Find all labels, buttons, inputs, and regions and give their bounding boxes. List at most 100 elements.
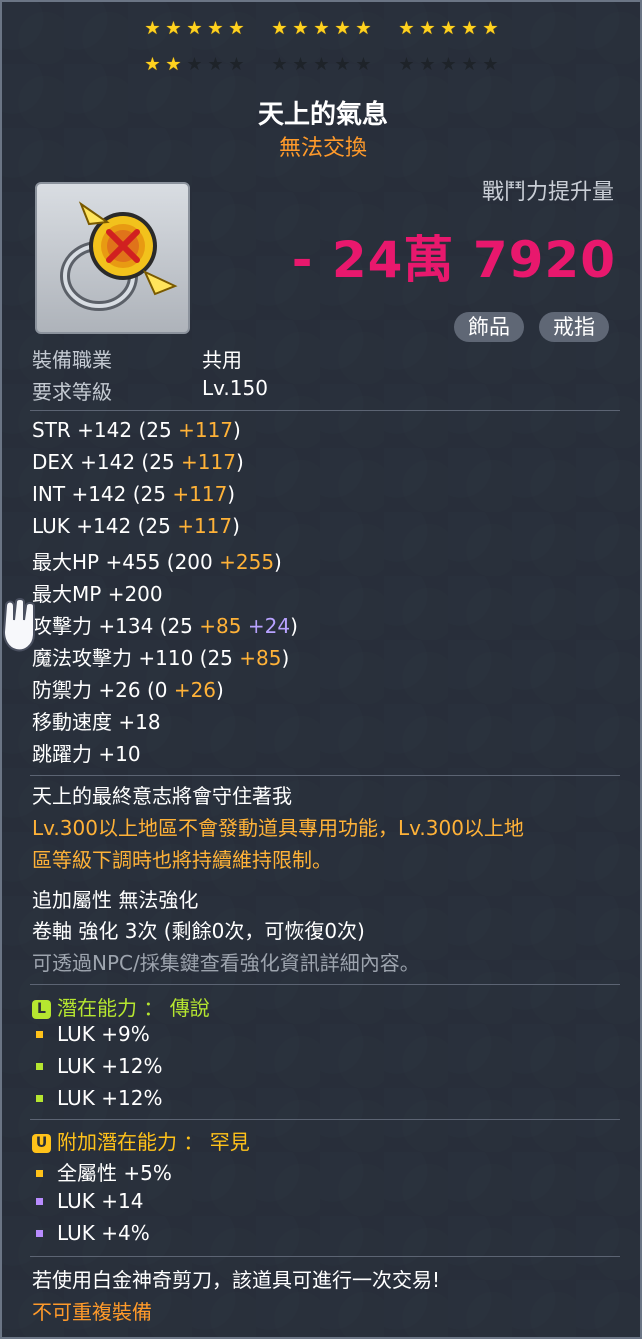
stat-name: 魔法攻擊力 <box>32 646 132 670</box>
stat-row: INT +142 (25 +117) <box>32 482 236 506</box>
star-empty-icon: ★ <box>228 54 245 75</box>
stat-row: 攻擊力 +134 (25 +85 +24) <box>32 614 298 638</box>
combat-power-label: 戰鬥力提升量 <box>481 180 614 205</box>
stat-total: +142 <box>71 482 127 506</box>
stat-total: +134 <box>98 614 154 638</box>
potential-line-text: LUK +12% <box>57 1086 163 1110</box>
star-filled-icon: ★ <box>482 18 499 39</box>
bullet-icon <box>36 1197 43 1205</box>
stat-name: INT <box>32 482 66 506</box>
flavor-text: 天上的最終意志將會守住著我 <box>32 784 292 808</box>
hint-text: 可透過NPC/採集鍵查看強化資訊詳細內容。 <box>32 951 420 975</box>
potential-label: 潛在能力 ： 傳說 <box>57 996 210 1020</box>
stat-bonus: +26 <box>173 678 217 702</box>
stat-name: DEX <box>32 450 74 474</box>
divider <box>30 410 620 411</box>
potential-line: LUK +12% <box>32 1054 162 1078</box>
unique-equip-text: 不可重複裝備 <box>32 1300 152 1324</box>
stat-bonus: +117 <box>177 514 233 538</box>
stat-base: (25 <box>141 450 175 474</box>
star-filled-icon: ★ <box>398 18 415 39</box>
stat-total: +10 <box>98 742 141 766</box>
stat-base: (25 <box>159 614 193 638</box>
stat-name: 移動速度 <box>32 710 112 734</box>
divider <box>30 775 620 776</box>
star-filled-icon: ★ <box>207 18 224 39</box>
star-filled-icon: ★ <box>165 18 182 39</box>
star-empty-icon: ★ <box>461 54 478 75</box>
potential-line-text: LUK +4% <box>57 1221 150 1245</box>
stat-row: 移動速度 +18 <box>32 706 161 735</box>
scroll-info: 卷軸 強化 3次 (剩餘0次，可恢復0次) <box>32 919 365 943</box>
stat-row: LUK +142 (25 +117) <box>32 514 240 538</box>
stat-row: 最大MP +200 <box>32 578 163 607</box>
potential-line: LUK +9% <box>32 1022 150 1046</box>
potential-header: L 潛在能力 ： 傳說 <box>32 992 210 1021</box>
potential-line: LUK +14 <box>32 1189 143 1213</box>
stat-total: +142 <box>77 418 133 442</box>
stat-bonus: +85 <box>199 614 242 638</box>
star-empty-icon: ★ <box>186 54 203 75</box>
trade-status: 無法交換 <box>278 136 367 161</box>
stat-bonus: +117 <box>178 418 234 442</box>
stat-row: 魔法攻擊力 +110 (25 +85) <box>32 646 290 670</box>
item-name: 天上的氣息 <box>257 100 388 130</box>
stat-total: +455 <box>105 550 161 574</box>
potential-line-text: 全屬性 +5% <box>57 1161 172 1185</box>
bullet-icon <box>36 1169 43 1177</box>
additional-potential-header: U 附加潛在能力 ： 罕見 <box>32 1126 250 1155</box>
item-tooltip: ★ ★ ★ ★ ★ ★ ★ ★ ★ ★ ★ ★ ★ ★ ★ ★ ★ ★ ★ ★ ★ ★ ★ ★ ★ ★ ★ ★ ★ ★ 天上的氣息 無法… <box>0 0 642 1339</box>
stat-bonus: +117 <box>172 482 228 506</box>
star-empty-icon: ★ <box>271 54 288 75</box>
stat-row: 最大HP +455 (200 +255) <box>32 550 282 574</box>
stat-row: DEX +142 (25 +117) <box>32 450 244 474</box>
star-filled-icon: ★ <box>313 18 330 39</box>
stat-total: +142 <box>76 514 132 538</box>
stat-base: (0 <box>146 678 168 702</box>
star-empty-icon: ★ <box>482 54 499 75</box>
legendary-grade-icon: L <box>32 1000 51 1019</box>
stat-base: (25 <box>132 482 166 506</box>
stat-total: +200 <box>107 582 163 606</box>
potential-line: 全屬性 +5% <box>32 1157 172 1186</box>
star-group: ★ ★ ★ ★ ★ <box>142 56 247 74</box>
star-empty-icon: ★ <box>355 54 372 75</box>
star-empty-icon: ★ <box>313 54 330 75</box>
stat-total: +110 <box>138 646 194 670</box>
ring-icon <box>60 201 178 311</box>
star-filled-icon: ★ <box>292 18 309 39</box>
stat-base: (25 <box>199 646 233 670</box>
stat-base: (200 <box>166 550 213 574</box>
scissors-text: 若使用白金神奇剪刀，該道具可進行一次交易! <box>32 1268 441 1292</box>
tag-type: 戒指 <box>539 312 609 342</box>
bullet-icon <box>36 1062 43 1070</box>
star-filled-icon: ★ <box>440 18 457 39</box>
divider <box>30 1119 620 1120</box>
star-filled-icon: ★ <box>271 18 288 39</box>
bullet-icon <box>36 1030 43 1038</box>
stat-total: +26 <box>98 678 141 702</box>
star-empty-icon: ★ <box>207 54 224 75</box>
stat-base: (25 <box>137 514 171 538</box>
star-filled-icon: ★ <box>186 18 203 39</box>
star-filled-icon: ★ <box>144 54 161 75</box>
stat-base: (25 <box>138 418 172 442</box>
star-filled-icon: ★ <box>461 18 478 39</box>
stat-row: 防禦力 +26 (0 +26) <box>32 678 224 702</box>
divider <box>30 984 620 985</box>
star-filled-icon: ★ <box>228 18 245 39</box>
level-row: 要求等級 Lv.150 <box>32 376 268 405</box>
potential-line-text: LUK +14 <box>57 1189 144 1213</box>
job-label: 裝備職業 <box>32 348 112 372</box>
star-group: ★ ★ ★ ★ ★ <box>396 56 501 74</box>
potential-line: LUK +12% <box>32 1086 162 1110</box>
star-empty-icon: ★ <box>292 54 309 75</box>
level-value: Lv.150 <box>202 376 268 400</box>
star-empty-icon: ★ <box>419 54 436 75</box>
star-group: ★ ★ ★ ★ ★ <box>269 56 374 74</box>
potential-line: LUK +4% <box>32 1221 150 1245</box>
stat-extra: +24 <box>247 614 291 638</box>
job-value: 共用 <box>202 348 242 372</box>
combat-power-value: - 24萬 7920 <box>291 231 616 289</box>
stat-bonus: +117 <box>181 450 236 474</box>
